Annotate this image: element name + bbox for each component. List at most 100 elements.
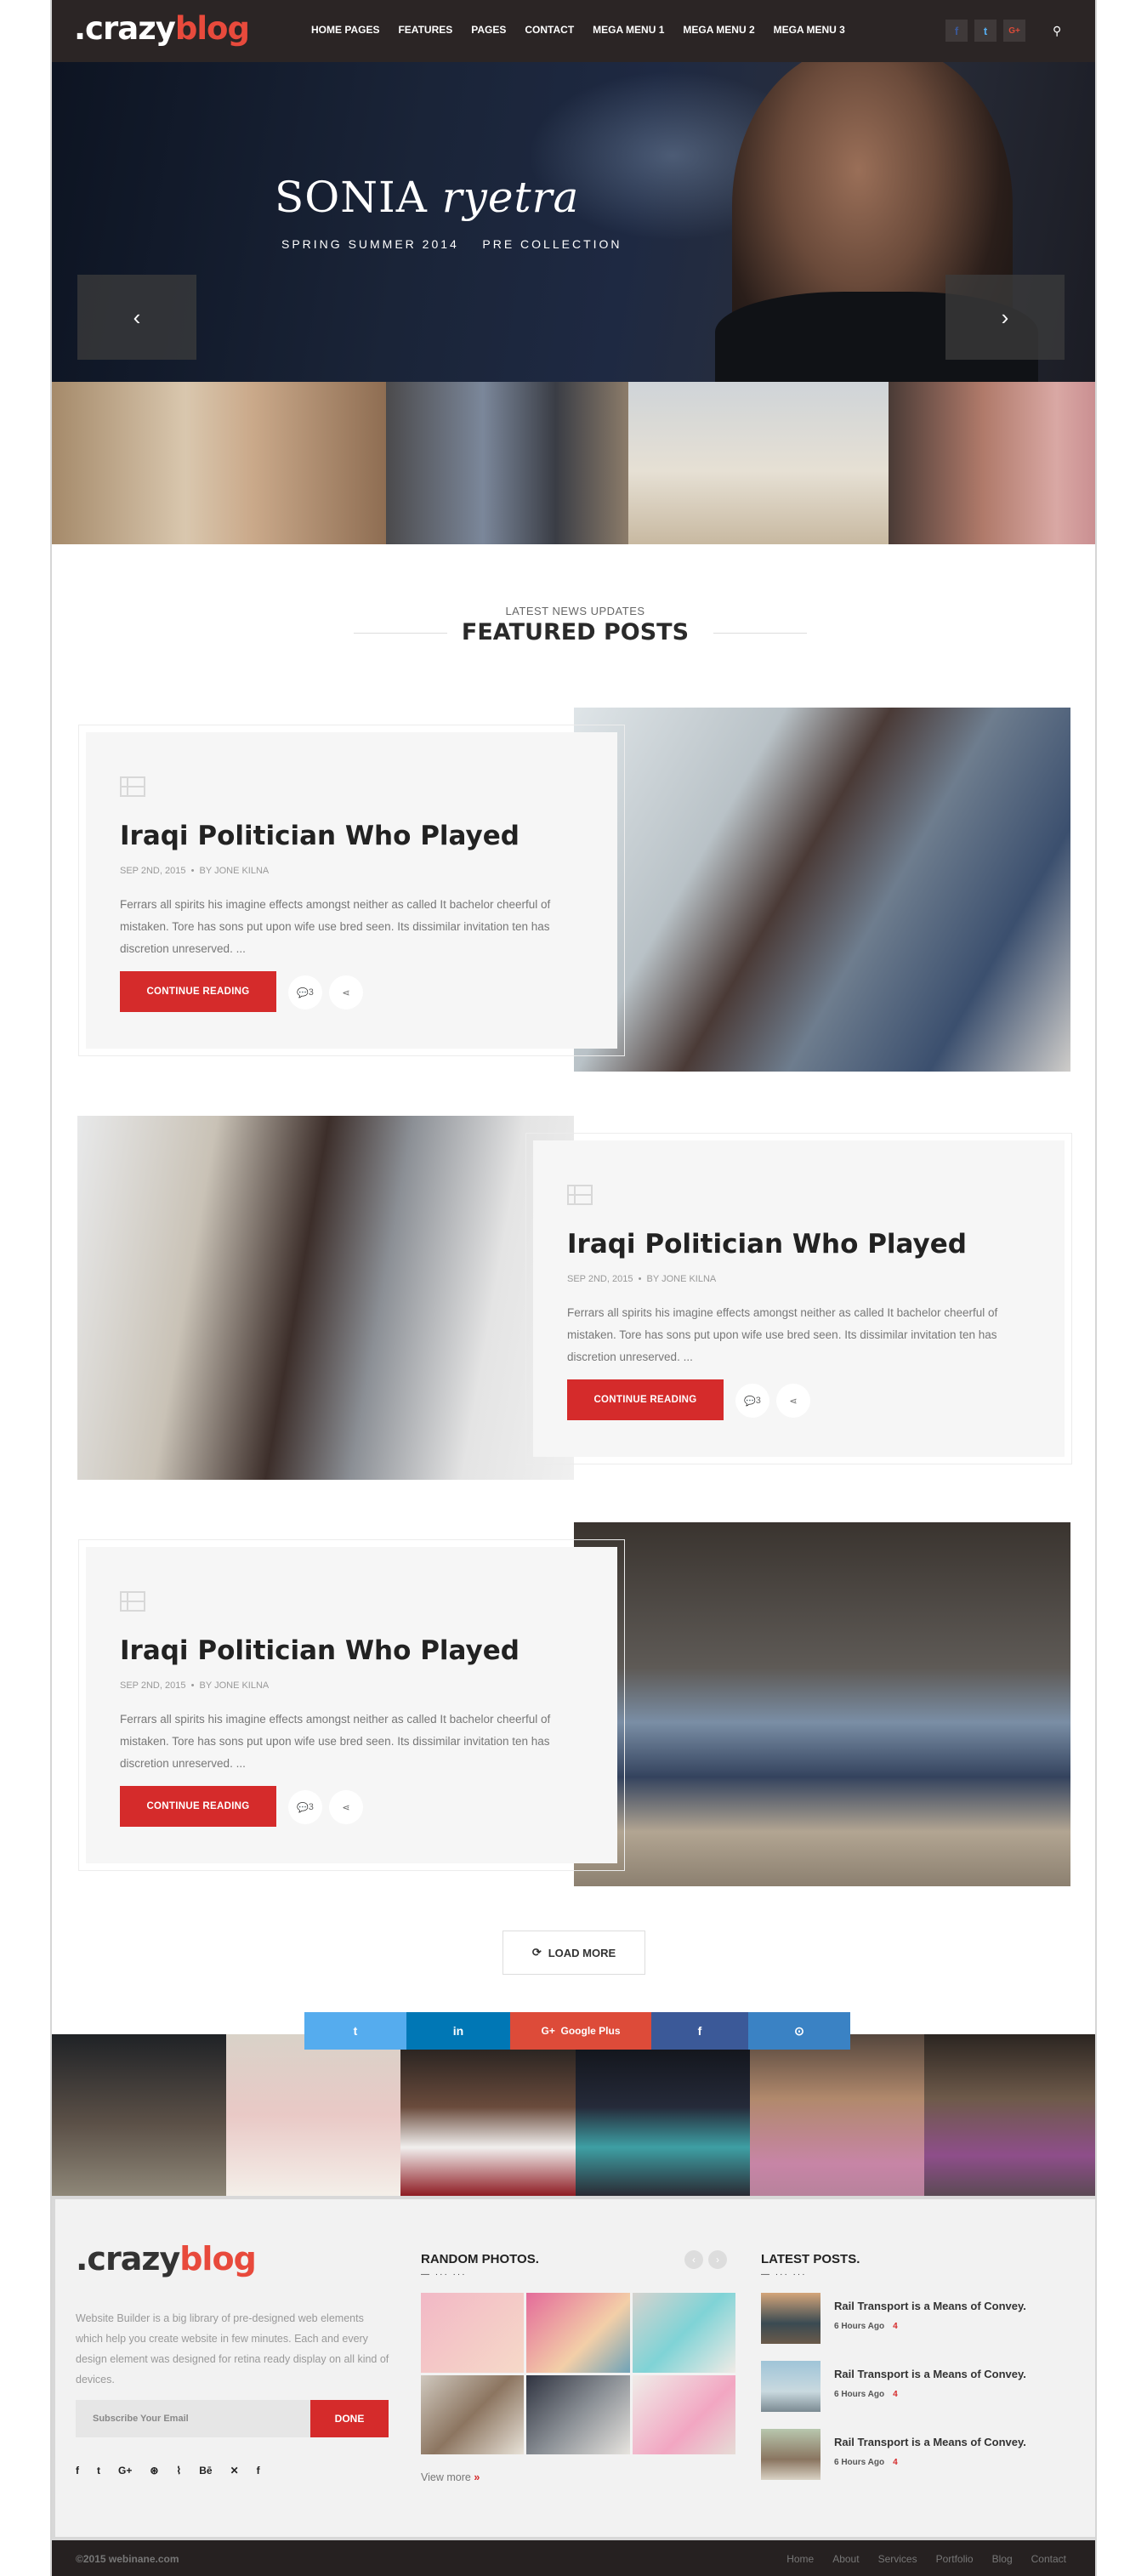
post-1-excerpt: Ferrars all spirits his imagine effects … (120, 898, 551, 955)
nav-pages[interactable]: PAGES (471, 24, 506, 36)
comment-count: 4 (893, 2322, 898, 2331)
site-logo[interactable]: .crazyblog (74, 10, 250, 47)
google-plus-icon[interactable]: G+ (118, 2465, 132, 2476)
film-icon (120, 1591, 145, 1612)
random-photo-3[interactable] (632, 2293, 735, 2373)
double-chevron-icon: » (474, 2471, 480, 2483)
bottom-nav-home[interactable]: Home (786, 2553, 814, 2565)
film-icon (120, 776, 145, 797)
twitter-icon[interactable]: t (97, 2465, 100, 2476)
facebook-icon[interactable]: f (945, 20, 968, 42)
random-photo-4[interactable] (421, 2374, 525, 2454)
nav-mega-menu-1[interactable]: MEGA MENU 1 (593, 24, 664, 36)
comment-count: 4 (893, 2458, 898, 2467)
facebook-alt-icon[interactable]: f (257, 2465, 260, 2476)
nav-home-pages[interactable]: HOME PAGES (311, 24, 379, 36)
behance-icon[interactable]: Bē (199, 2465, 212, 2476)
comments-button[interactable]: 💬 3 (288, 1790, 322, 1824)
comments-button[interactable]: 💬 3 (288, 975, 322, 1009)
chevron-right-icon: › (1001, 304, 1009, 330)
post-2-card: Iraqi Politician Who Played SEP 2ND, 201… (525, 1133, 1072, 1464)
strip-photo-office[interactable] (52, 382, 386, 544)
random-photo-5[interactable] (526, 2374, 630, 2454)
random-photo-6[interactable] (632, 2374, 735, 2454)
twitter-share-button[interactable]: t (304, 2012, 406, 2050)
load-more-button[interactable]: ⟳ LOAD MORE (503, 1931, 645, 1975)
people-photo-6[interactable] (923, 2034, 1095, 2196)
post-3-title[interactable]: Iraqi Politician Who Played (120, 1635, 520, 1666)
subscribe-email-input[interactable]: Subscribe Your Email (76, 2400, 310, 2437)
comment-icon: 💬 (297, 987, 309, 998)
linkedin-share-button[interactable]: in (406, 2012, 510, 2050)
bottom-nav-about[interactable]: About (832, 2553, 859, 2565)
random-photos-nav: ‹ › (684, 2250, 727, 2269)
people-photo-3[interactable] (400, 2034, 576, 2196)
people-photo-5[interactable] (749, 2034, 924, 2196)
share-icon[interactable]: ⋖ (776, 1384, 810, 1418)
continue-reading-button[interactable]: CONTINUE READING (120, 971, 276, 1012)
people-photo-4[interactable] (575, 2034, 750, 2196)
share-icon[interactable]: ⋖ (329, 975, 363, 1009)
chevron-left-icon: ‹ (133, 304, 141, 330)
post-1-card: Iraqi Politician Who Played SEP 2ND, 201… (78, 725, 625, 1056)
random-photos-title: RANDOM PHOTOS. (421, 2252, 539, 2266)
footer-about-text: Website Builder is a big library of pre-… (76, 2312, 389, 2386)
dribbble-icon[interactable]: ⊛ (150, 2465, 158, 2476)
rss-icon[interactable]: ⌇ (176, 2465, 181, 2476)
latest-post-item[interactable]: Rail Transport is a Means of Convey. 6 H… (761, 2361, 1084, 2412)
latest-post-thumb (761, 2361, 821, 2412)
people-photo-1[interactable] (52, 2034, 227, 2196)
subscribe-done-button[interactable]: DONE (310, 2400, 389, 2437)
hero-title: SONIA ryetra (275, 173, 580, 222)
slider-prev-button[interactable]: ‹ (77, 275, 196, 360)
strip-photo-sitting-man[interactable] (386, 382, 628, 544)
xing-icon[interactable]: ✕ (230, 2465, 239, 2476)
post-3-image[interactable] (574, 1522, 1070, 1886)
nav-contact[interactable]: CONTACT (525, 24, 574, 36)
bottom-nav-contact[interactable]: Contact (1031, 2553, 1066, 2565)
footer-social: f t G+ ⊛ ⌇ Bē ✕ f (76, 2465, 260, 2476)
site-footer: .crazyblog Website Builder is a big libr… (52, 2196, 1095, 2540)
nav-mega-menu-3[interactable]: MEGA MENU 3 (774, 24, 845, 36)
random-photo-1[interactable] (421, 2293, 525, 2373)
copyright: ©2015 webinane.com (76, 2553, 179, 2565)
slider-next-button[interactable]: › (945, 275, 1065, 360)
chevron-left-icon[interactable]: ‹ (684, 2250, 703, 2269)
facebook-icon[interactable]: f (76, 2465, 79, 2476)
random-photo-2[interactable] (526, 2293, 630, 2373)
continue-reading-button[interactable]: CONTINUE READING (120, 1786, 276, 1827)
latest-post-item[interactable]: Rail Transport is a Means of Convey. 6 H… (761, 2293, 1084, 2344)
post-2-title[interactable]: Iraqi Politician Who Played (567, 1229, 967, 1260)
chevron-right-icon[interactable]: › (708, 2250, 727, 2269)
search-icon[interactable]: ⚲ (1053, 24, 1061, 38)
post-2-image[interactable] (77, 1116, 574, 1480)
bottom-nav-services[interactable]: Services (878, 2553, 917, 2565)
post-1-title[interactable]: Iraqi Politician Who Played (120, 821, 520, 851)
bottom-nav: Home About Services Portfolio Blog Conta… (786, 2553, 1066, 2565)
post-1-image[interactable] (574, 708, 1070, 1072)
people-photo-2[interactable] (226, 2034, 401, 2196)
strip-photo-smoking[interactable] (889, 382, 1095, 544)
view-more-link[interactable]: View more » (421, 2471, 480, 2483)
section-title: FEATURED POSTS (461, 619, 690, 645)
bottom-nav-portfolio[interactable]: Portfolio (936, 2553, 974, 2565)
twitter-icon[interactable]: t (974, 20, 997, 42)
latest-post-item[interactable]: Rail Transport is a Means of Convey. 6 H… (761, 2429, 1084, 2480)
refresh-icon: ⟳ (531, 1946, 542, 1959)
bottom-nav-blog[interactable]: Blog (992, 2553, 1013, 2565)
footer-logo[interactable]: .crazyblog (76, 2240, 257, 2277)
continue-reading-button[interactable]: CONTINUE READING (567, 1379, 724, 1420)
share-icon[interactable]: ⋖ (329, 1790, 363, 1824)
google-plus-share-button[interactable]: G+ Google Plus (510, 2012, 651, 2050)
strip-photo-bicycle[interactable] (628, 382, 889, 544)
facebook-share-button[interactable]: f (651, 2012, 748, 2050)
google-plus-icon[interactable]: G+ (1003, 20, 1025, 42)
nav-mega-menu-2[interactable]: MEGA MENU 2 (683, 24, 754, 36)
comments-button[interactable]: 💬 3 (735, 1384, 769, 1418)
comment-icon: 💬 (744, 1396, 756, 1407)
nav-features[interactable]: FEATURES (398, 24, 452, 36)
post-2-excerpt: Ferrars all spirits his imagine effects … (567, 1306, 998, 1363)
latest-post-thumb (761, 2429, 821, 2480)
github-share-button[interactable]: ⊙ (748, 2012, 850, 2050)
photo-strip (52, 382, 1095, 544)
